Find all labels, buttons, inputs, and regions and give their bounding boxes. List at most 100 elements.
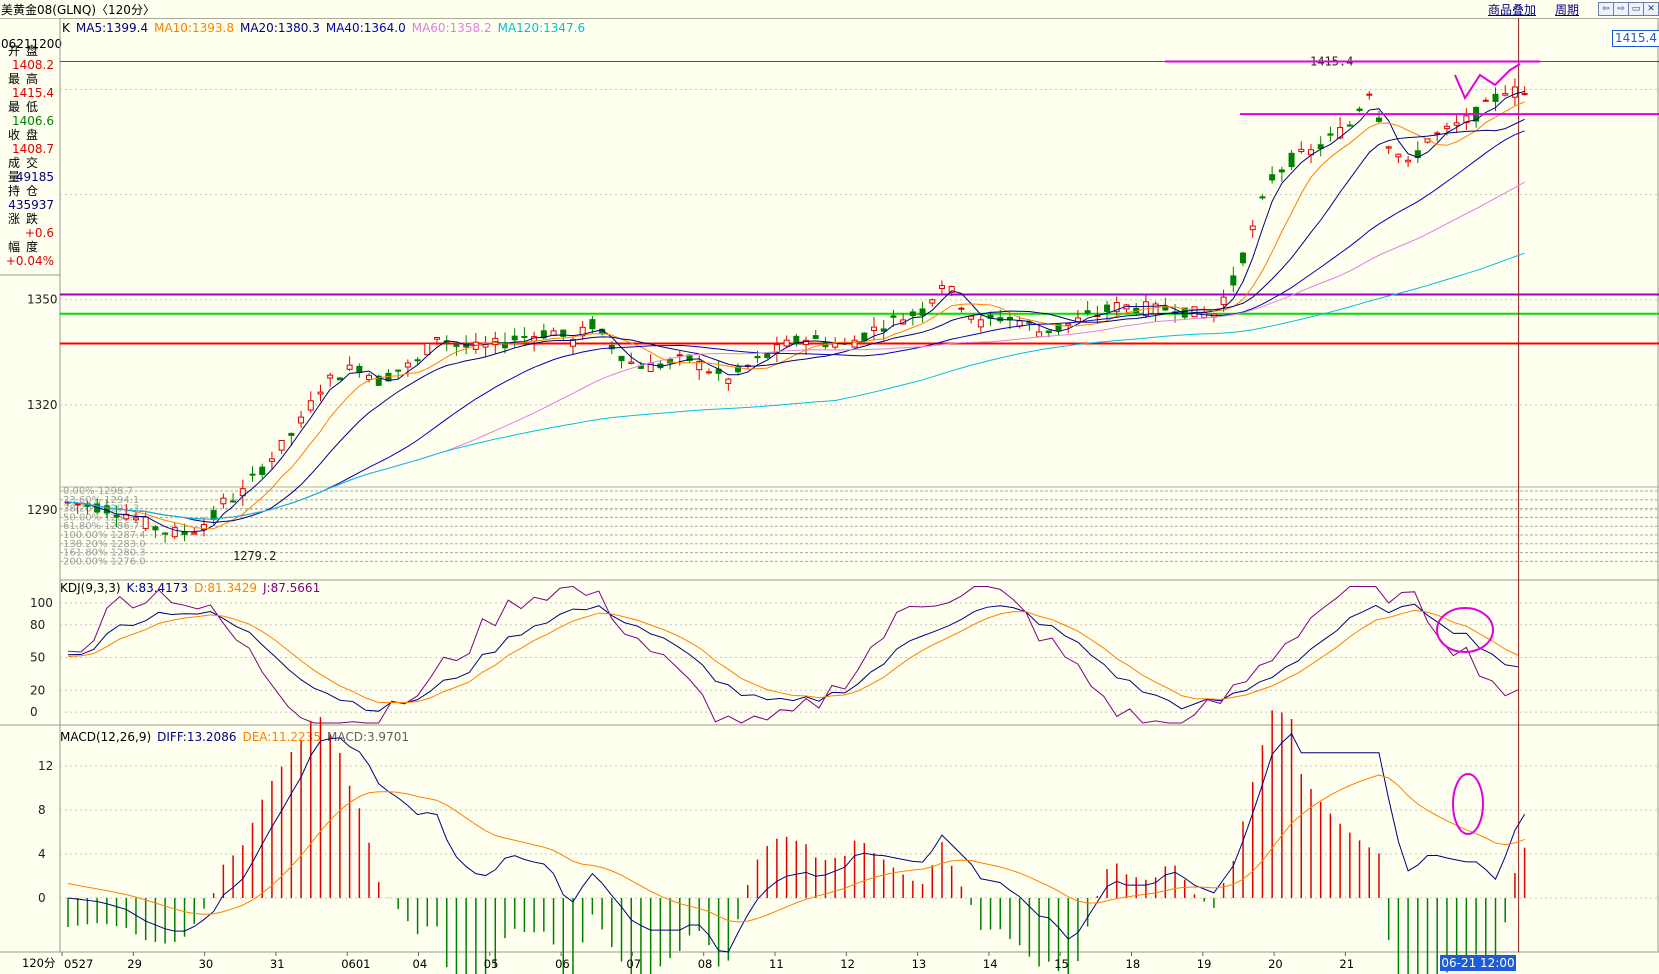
kdj-tick: 0 [30, 705, 38, 719]
candle-body [414, 359, 421, 362]
kdj-line-0 [67, 586, 1519, 724]
chart-canvas[interactable]: 1290132013500.00% 1298.723.60% 1294.138.… [0, 18, 1659, 974]
candle-body [929, 299, 936, 304]
candle-body [152, 526, 159, 531]
back-icon[interactable]: ⇦ [1598, 2, 1614, 16]
x-tick-label: 08 [698, 957, 713, 971]
candle-body [764, 353, 771, 358]
candle-body [142, 516, 149, 530]
x-tick-label: 19 [1197, 957, 1212, 971]
candle-body [268, 458, 275, 462]
ma-line-3 [67, 130, 1525, 520]
kdj-tick: 50 [30, 651, 45, 665]
x-tick-label: 30 [199, 957, 214, 971]
candle-body [1230, 275, 1237, 286]
candle-body [851, 339, 858, 348]
candle-body [521, 335, 528, 338]
candle-body [676, 354, 683, 357]
candle-body [259, 466, 266, 476]
candle-body [1385, 146, 1392, 149]
x-tick-label: 0601 [341, 957, 370, 971]
candle-body [725, 378, 732, 384]
candle-body [346, 364, 353, 370]
candle-body [1249, 225, 1256, 231]
candle-body [1240, 252, 1247, 264]
candle-body [1521, 93, 1528, 96]
macd-tick: 8 [38, 803, 46, 817]
candle-body [783, 339, 790, 347]
fib-label: 200.00% 1276.0 [63, 556, 146, 567]
candle-body [220, 497, 227, 505]
candle-body [1346, 124, 1353, 127]
candle-body [1269, 174, 1276, 181]
candle-body [1395, 153, 1402, 158]
x-tick-label: 31 [270, 957, 285, 971]
candle-body [434, 337, 441, 340]
x-tick-label: 18 [1126, 957, 1141, 971]
kdj-line-2 [67, 609, 1519, 704]
macd-tick: 0 [38, 891, 46, 905]
annotation-arrows [1454, 63, 1521, 101]
period-label: 120分 [22, 956, 56, 970]
candle-body [589, 319, 596, 330]
ma-line-1 [67, 101, 1525, 530]
close-icon[interactable]: ✕ [1643, 2, 1659, 16]
candle-body [249, 473, 256, 476]
ma-line-0 [67, 90, 1525, 533]
overlay-commodity-button[interactable]: 商品叠加 [1488, 1, 1536, 18]
x-tick-label: 21 [1339, 957, 1354, 971]
candle-body [1375, 117, 1382, 122]
candle-body [288, 432, 295, 436]
period-button[interactable]: 周期 [1555, 1, 1579, 18]
low-mark-label: 1279.2 [233, 549, 276, 563]
candle-body [1104, 304, 1111, 312]
candle-body [404, 362, 411, 368]
candle-body [1434, 132, 1441, 135]
ma-line-2 [67, 118, 1525, 524]
current-price-box: 1415.4 [1612, 30, 1659, 47]
x-tick-label: 0527 [64, 957, 93, 971]
x-tick-label: 14 [983, 957, 998, 971]
price-tick: 1350 [27, 293, 58, 307]
candle-body [1492, 93, 1499, 102]
candle-body [871, 326, 878, 331]
price-tick: 1290 [27, 503, 58, 517]
candle-body [909, 311, 916, 317]
candle-body [880, 328, 887, 332]
x-tick-label: 06 [555, 957, 570, 971]
candle-body [1453, 122, 1460, 126]
candle-body [1366, 93, 1373, 96]
candle-body [395, 369, 402, 372]
candle-body [511, 335, 518, 341]
candle-body [1356, 108, 1363, 112]
candle-body [298, 416, 305, 424]
candle-body [1036, 331, 1043, 338]
restore-icon[interactable]: ▭ [1628, 2, 1644, 16]
candle-body [1259, 196, 1266, 199]
title-bar: 美黄金08(GLNQ)〈120分〉 商品叠加 周期 ⇦ ⇨ ▭ ✕ [0, 0, 1659, 19]
candle-body [1443, 125, 1450, 130]
x-tick-label: 12 [840, 957, 855, 971]
candle-body [191, 532, 198, 535]
x-tick-label: 13 [912, 957, 927, 971]
kdj-tick: 80 [30, 618, 45, 632]
forward-icon[interactable]: ⇨ [1613, 2, 1629, 16]
candle-body [1482, 99, 1489, 102]
candle-body [754, 355, 761, 359]
candle-body [1405, 159, 1412, 163]
x-tick-label: 04 [413, 957, 428, 971]
candle-body [113, 514, 120, 518]
candle-body [230, 500, 237, 503]
candle-body [1191, 306, 1198, 318]
candle-body [162, 532, 169, 535]
candle-body [453, 344, 460, 347]
candle-body [861, 332, 868, 341]
x-tick-label: 20 [1268, 957, 1283, 971]
candle-body [958, 307, 965, 310]
candle-body [1045, 330, 1052, 334]
candle-body [1220, 296, 1227, 306]
kdj-tick: 100 [30, 596, 53, 610]
candle-body [327, 374, 334, 379]
candle-body [74, 503, 81, 506]
annotation-circle [1452, 773, 1484, 835]
